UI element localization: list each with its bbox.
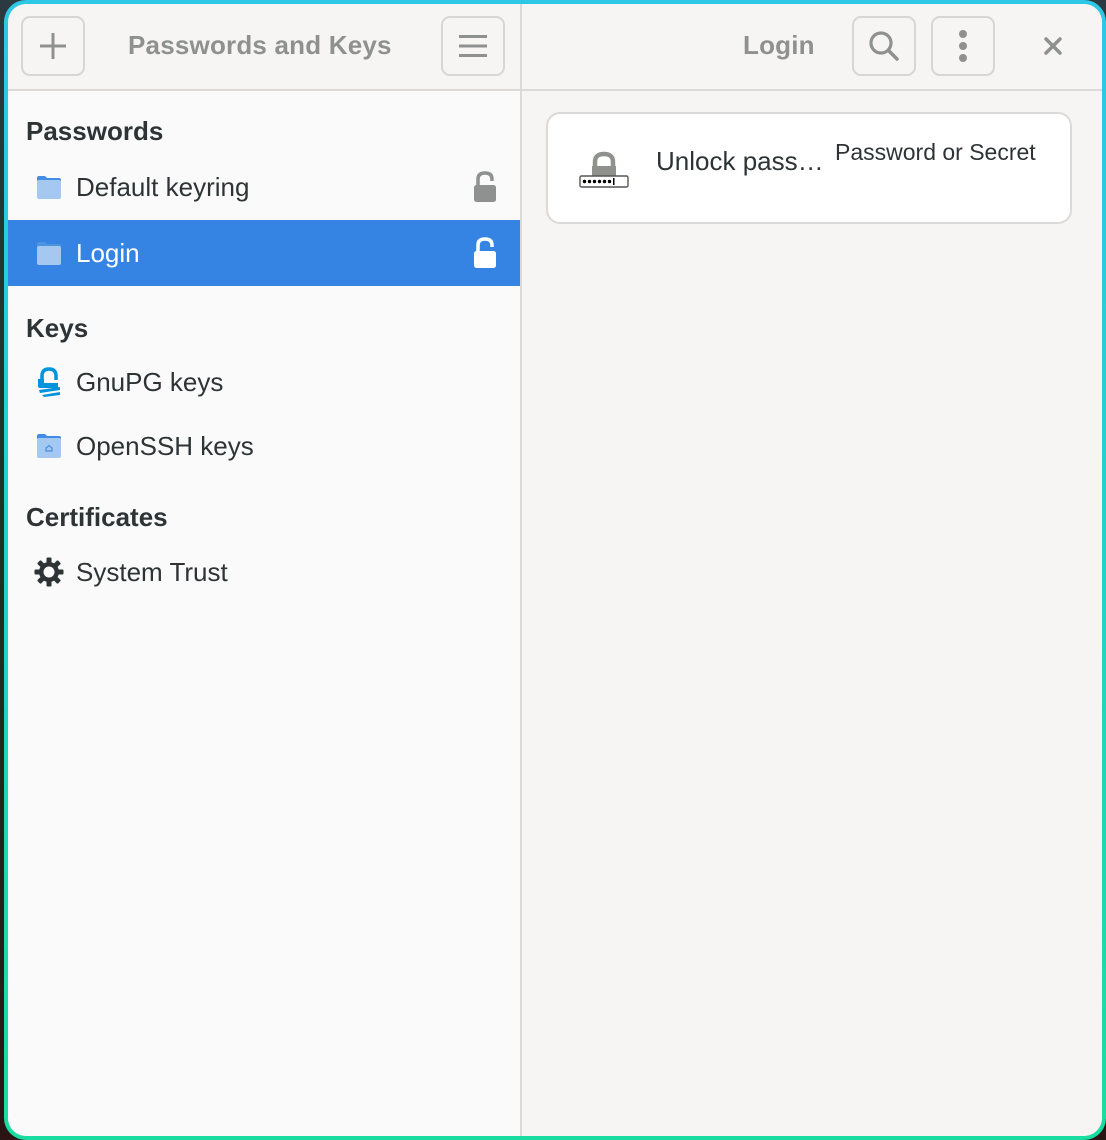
app-title: Passwords and Keys: [128, 30, 392, 60]
content-header: Login: [522, 4, 1102, 91]
password-lock-icon: [578, 150, 630, 190]
more-options-button[interactable]: [931, 16, 995, 76]
gnupg-icon: [34, 367, 64, 397]
plus-icon: [40, 33, 66, 59]
item-type: Password or Secret: [835, 139, 1036, 165]
sidebar-item-system-trust[interactable]: System Trust: [8, 539, 520, 605]
sidebar-item-default-keyring[interactable]: Default keyring: [8, 154, 520, 220]
gear-icon: [34, 557, 64, 587]
sidebar-item-login[interactable]: Login: [8, 220, 520, 286]
content-title: Login: [743, 30, 815, 60]
folder-home-icon: [34, 431, 64, 461]
sidebar-item-openssh-keys[interactable]: OpenSSH keys: [8, 413, 520, 479]
sidebar-item-label: Login: [76, 237, 140, 268]
hamburger-menu-icon: [459, 35, 487, 57]
sidebar-item-label: System Trust: [76, 556, 228, 587]
close-button[interactable]: [1033, 26, 1073, 66]
unlocked-padlock-icon[interactable]: [470, 235, 500, 271]
section-heading-keys: Keys: [26, 313, 89, 343]
sidebar-header: Passwords and Keys: [8, 4, 520, 91]
main-menu-button[interactable]: [441, 16, 505, 76]
keyring-item-row[interactable]: Unlock pass… Password or Secret: [546, 112, 1072, 224]
section-heading-certificates: Certificates: [26, 502, 168, 532]
content-pane: Login Unlock pass… Password or Secret: [522, 4, 1102, 1136]
vertical-ellipsis-icon: [959, 30, 967, 62]
sidebar-item-label: GnuPG keys: [76, 366, 224, 397]
sidebar-item-gnupg-keys[interactable]: GnuPG keys: [8, 349, 520, 415]
unlocked-padlock-icon[interactable]: [470, 169, 500, 205]
add-button[interactable]: [21, 16, 85, 76]
folder-icon: [34, 238, 64, 268]
search-button[interactable]: [852, 16, 916, 76]
item-title: Unlock pass…: [656, 146, 824, 176]
app-window: Passwords and Keys Passwords Default key…: [4, 0, 1106, 1140]
sidebar-item-label: OpenSSH keys: [76, 430, 254, 461]
sidebar: Passwords and Keys Passwords Default key…: [8, 4, 522, 1136]
close-icon: [1044, 37, 1062, 55]
folder-icon: [34, 172, 64, 202]
section-heading-passwords: Passwords: [26, 116, 164, 146]
search-icon: [869, 31, 899, 61]
sidebar-item-label: Default keyring: [76, 171, 250, 202]
